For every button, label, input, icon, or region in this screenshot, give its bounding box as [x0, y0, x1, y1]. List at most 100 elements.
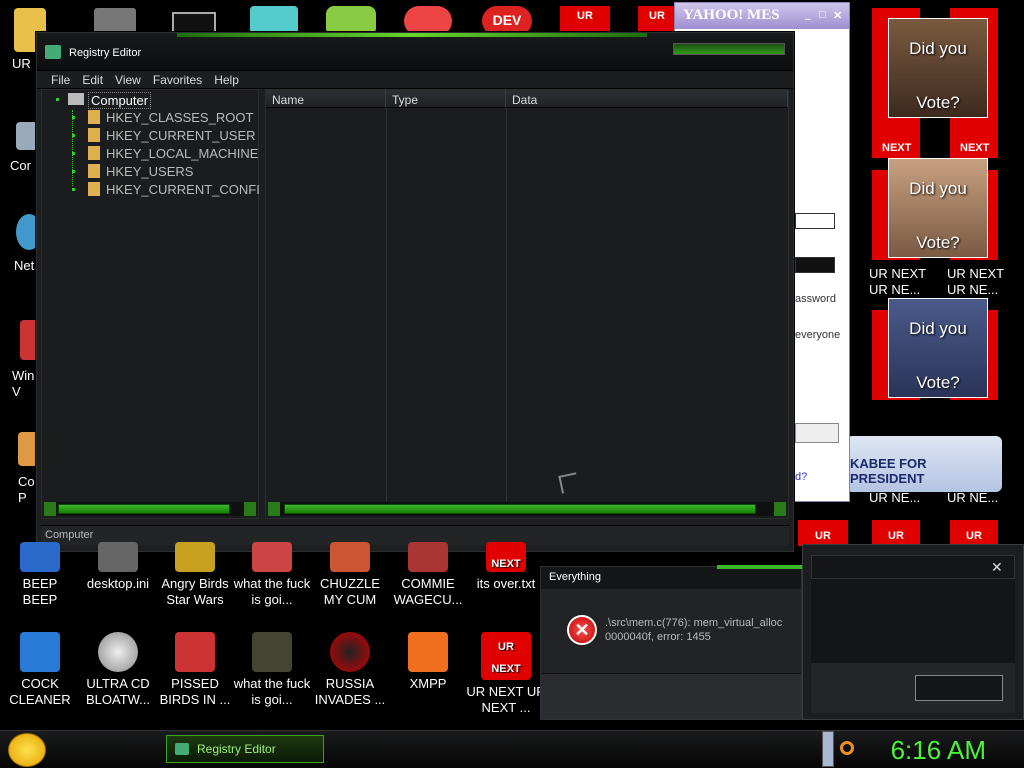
- vote-line2: Vote?: [916, 373, 960, 392]
- desktop-icon-wtf-2[interactable]: what the fuck is goi...: [232, 632, 312, 708]
- tree-item-hklm[interactable]: HKEY_LOCAL_MACHINE: [106, 146, 258, 161]
- tray-expander[interactable]: [822, 731, 834, 767]
- menu-favorites[interactable]: Favorites: [147, 71, 208, 88]
- menu-help[interactable]: Help: [208, 71, 245, 88]
- column-header-name[interactable]: Name: [266, 90, 386, 108]
- folder-icon: [88, 146, 100, 160]
- column-data-label: Data: [512, 93, 538, 107]
- yahoo-password-field[interactable]: [795, 257, 835, 273]
- tree-item-computer[interactable]: Computer: [88, 92, 152, 109]
- vote-card[interactable]: Did you Vote?: [888, 18, 988, 118]
- tree-item-hku[interactable]: HKEY_USERS: [106, 164, 193, 179]
- tree-hscrollbar[interactable]: [44, 502, 256, 516]
- registry-editor-window[interactable]: Registry Editor File Edit View Favorites…: [36, 32, 794, 552]
- vote-card[interactable]: Did you Vote?: [888, 298, 988, 398]
- values-hscrollbar[interactable]: [268, 502, 786, 516]
- ur-next-tile[interactable]: UR: [560, 6, 610, 32]
- window-controls[interactable]: [673, 43, 785, 55]
- tree-connector: [72, 110, 73, 186]
- tree-node-bullet: [72, 134, 75, 137]
- dialog-ok-button[interactable]: [915, 675, 1003, 701]
- app-icon: [20, 542, 60, 572]
- desktop-icon-wtf-1[interactable]: what the fuck is goi...: [232, 542, 312, 608]
- scroll-left-icon[interactable]: [44, 502, 56, 516]
- everything-titlebar[interactable]: Everything: [541, 567, 801, 589]
- desktop-icon-chuzzle[interactable]: CHUZZLE MY CUM: [310, 542, 390, 608]
- minimize-icon[interactable]: _: [805, 9, 811, 21]
- close-icon[interactable]: ✕: [991, 559, 1003, 576]
- desktop-icon-label: what the fuck is goi...: [233, 576, 311, 607]
- yahoo-status-dropdown[interactable]: [795, 423, 839, 443]
- yahoo-username-field[interactable]: [795, 213, 835, 229]
- desktop-icon-angry-birds-sw[interactable]: Angry Birds Star Wars: [155, 542, 235, 608]
- column-header-data[interactable]: Data: [506, 90, 788, 108]
- scroll-left-icon[interactable]: [268, 502, 280, 516]
- next-label: NEXT: [960, 142, 990, 154]
- close-icon[interactable]: ✕: [833, 9, 842, 22]
- next-label: NEXT: [491, 558, 521, 570]
- app-icon[interactable]: [94, 8, 136, 34]
- tree-hscroll-thumb[interactable]: [58, 504, 230, 514]
- desktop-icon-beep-beep[interactable]: BEEP BEEP: [0, 542, 80, 608]
- computer-icon: [68, 93, 84, 105]
- tree-item-hkcc[interactable]: HKEY_CURRENT_CONFI: [106, 182, 260, 197]
- scroll-right-icon[interactable]: [774, 502, 786, 516]
- tree-node-bullet: [72, 188, 75, 191]
- values-hscroll-thumb[interactable]: [284, 504, 756, 514]
- ur-next-label: UR NEXT: [869, 266, 927, 281]
- start-button-smiley-icon[interactable]: [8, 733, 46, 767]
- ur-next-tile[interactable]: UR: [872, 520, 920, 546]
- ur-next-tile[interactable]: UR: [950, 520, 998, 546]
- blank-dialog[interactable]: ✕: [802, 544, 1024, 720]
- desktop-icon-its-over[interactable]: NEXT its over.txt: [466, 542, 546, 592]
- column-header-type[interactable]: Type: [386, 90, 506, 108]
- ur-next-tile[interactable]: UR: [638, 6, 676, 32]
- desktop-icon-commie[interactable]: COMMIE WAGECU...: [388, 542, 468, 608]
- vote-card[interactable]: Did you Vote?: [888, 158, 988, 258]
- ur-label: UR: [649, 10, 665, 22]
- vote-line1: Did you: [909, 319, 967, 338]
- chuzzle-icon: [330, 542, 370, 572]
- taskbar-item-label: Registry Editor: [197, 742, 276, 756]
- menu-edit[interactable]: Edit: [76, 71, 109, 88]
- values-pane[interactable]: Name Type Data: [265, 89, 789, 519]
- cd-icon: [98, 632, 138, 672]
- desktop-icon-desktop-ini[interactable]: desktop.ini: [78, 542, 158, 592]
- tree-item-hkcr[interactable]: HKEY_CLASSES_ROOT: [106, 110, 253, 125]
- title-accent: [717, 565, 803, 569]
- desktop-icon-label: Win V: [12, 368, 35, 399]
- scroll-right-icon[interactable]: [244, 502, 256, 516]
- maximize-icon[interactable]: □: [819, 9, 826, 21]
- error-icon: ✕: [567, 615, 597, 645]
- folder-up-icon[interactable]: [250, 6, 298, 34]
- menu-view[interactable]: View: [109, 71, 147, 88]
- ur-next-tile[interactable]: UR: [798, 520, 848, 546]
- desktop-icon-russia[interactable]: RUSSIA INVADES ...: [310, 632, 390, 708]
- radiation-icon: [330, 632, 370, 672]
- everything-error-dialog[interactable]: Everything ✕ .\src\mem.c(776): mem_virtu…: [540, 565, 803, 720]
- status-path: Computer: [45, 529, 94, 541]
- cmd-icon[interactable]: [172, 12, 216, 34]
- menu-file[interactable]: File: [45, 71, 76, 88]
- taskbar-item-registry-editor[interactable]: Registry Editor: [166, 735, 324, 763]
- desktop-icon-xmpp[interactable]: XMPP: [388, 632, 468, 692]
- president-banner[interactable]: KABEE FOR PRESIDENT: [846, 436, 1002, 492]
- yahoo-link[interactable]: d?: [795, 471, 807, 483]
- title-accent: [177, 33, 647, 37]
- taskbar-clock[interactable]: 6:16 AM: [891, 735, 986, 766]
- tree-item-hkcu[interactable]: HKEY_CURRENT_USER: [106, 128, 256, 143]
- regedit-titlebar[interactable]: Registry Editor: [37, 33, 793, 71]
- desktop-icon-ultra-cd[interactable]: ULTRA CD BLOATW...: [78, 632, 158, 708]
- desktop-icon-pissed-birds[interactable]: PISSED BIRDS IN ...: [155, 632, 235, 708]
- folder-icon: [88, 182, 100, 196]
- desktop-icon-cock-cleaner[interactable]: COCK CLEANER: [0, 632, 80, 708]
- desktop-icon-label: what the fuck is goi...: [233, 676, 311, 707]
- tree-pane[interactable]: Computer HKEY_CLASSES_ROOT HKEY_CURRENT_…: [41, 89, 260, 519]
- angry-birds-icon: [252, 542, 292, 572]
- file-icon: [98, 542, 138, 572]
- ur-label: UR: [888, 530, 904, 542]
- desktop-icon-label: UR NEXT UR NEXT ...: [466, 684, 546, 715]
- ur-label: UR: [577, 10, 593, 22]
- search-icon[interactable]: [840, 741, 854, 755]
- desktop-icon-ur-next[interactable]: UR NEXT UR NEXT UR NEXT ...: [466, 632, 546, 716]
